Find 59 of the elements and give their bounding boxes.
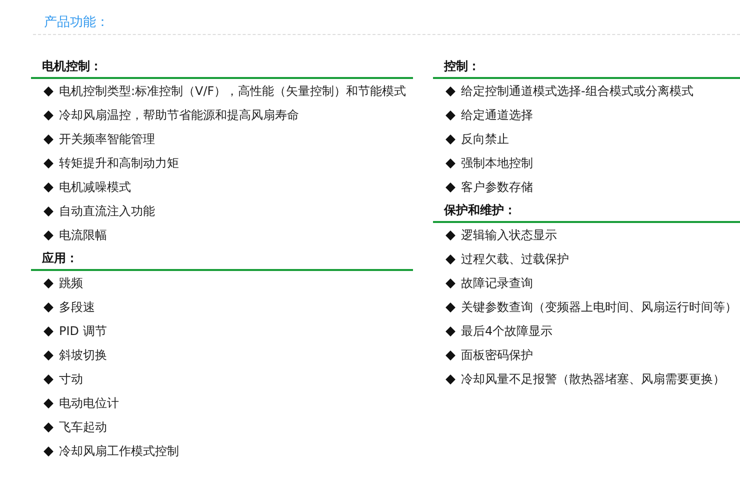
diamond-bullet-icon [446,278,456,288]
feature-item: 逻辑输入状态显示 [461,226,557,244]
feature-item: 冷却风扇工作模式控制 [59,442,179,460]
section-heading: 保护和维护： [444,202,516,218]
diamond-bullet-icon [446,86,456,96]
diamond-bullet-icon [446,158,456,168]
feature-item: 给定通道选择 [461,106,533,124]
feature-item: 冷却风扇温控，帮助节省能源和提高风扇寿命 [59,106,299,124]
diamond-bullet-icon [44,350,54,360]
diamond-bullet-icon [44,158,54,168]
section-title: 产品功能： [44,15,109,30]
feature-item: 关键参数查询（变频器上电时间、风扇运行时间等） [461,298,737,316]
section-heading: 应用： [42,250,78,266]
feature-item: 过程欠载、过载保护 [461,250,569,268]
diamond-bullet-icon [446,230,456,240]
feature-item: PID 调节 [59,322,107,340]
diamond-bullet-icon [44,398,54,408]
feature-item: 电机减噪模式 [59,178,131,196]
feature-item: 故障记录查询 [461,274,533,292]
diamond-bullet-icon [446,110,456,120]
feature-item: 电动电位计 [59,394,119,412]
diamond-bullet-icon [44,134,54,144]
diamond-bullet-icon [446,374,456,384]
feature-item: 反向禁止 [461,130,509,148]
feature-item: 跳频 [59,274,83,292]
feature-item: 给定控制通道模式选择-组合模式或分离模式 [461,82,694,100]
diamond-bullet-icon [44,302,54,312]
feature-item: 飞车起动 [59,418,107,436]
diamond-bullet-icon [44,86,54,96]
section-heading: 控制： [444,58,480,74]
feature-item: 开关频率智能管理 [59,130,155,148]
feature-item: 转矩提升和高制动力矩 [59,154,179,172]
diamond-bullet-icon [44,422,54,432]
feature-item: 面板密码保护 [461,346,533,364]
diamond-bullet-icon [446,134,456,144]
feature-item: 冷却风量不足报警（散热器堵塞、风扇需要更换） [461,370,725,388]
diamond-bullet-icon [446,350,456,360]
diamond-bullet-icon [44,374,54,384]
feature-item: 强制本地控制 [461,154,533,172]
diamond-bullet-icon [446,326,456,336]
section-heading: 电机控制： [42,58,102,74]
diamond-bullet-icon [44,206,54,216]
feature-item: 电机控制类型:标准控制（V/F），高性能（矢量控制）和节能模式 [59,82,406,100]
diamond-bullet-icon [446,254,456,264]
feature-item: 寸动 [59,370,83,388]
diamond-bullet-icon [44,182,54,192]
feature-item: 多段速 [59,298,95,316]
diamond-bullet-icon [44,230,54,240]
feature-item: 最后4个故障显示 [461,322,553,340]
feature-item: 自动直流注入功能 [59,202,155,220]
diamond-bullet-icon [446,302,456,312]
diamond-bullet-icon [44,446,54,456]
diamond-bullet-icon [44,326,54,336]
feature-item: 电流限幅 [59,226,107,244]
diamond-bullet-icon [446,182,456,192]
feature-item: 斜坡切换 [59,346,107,364]
diamond-bullet-icon [44,278,54,288]
diamond-bullet-icon [44,110,54,120]
feature-item: 客户参数存储 [461,178,533,196]
